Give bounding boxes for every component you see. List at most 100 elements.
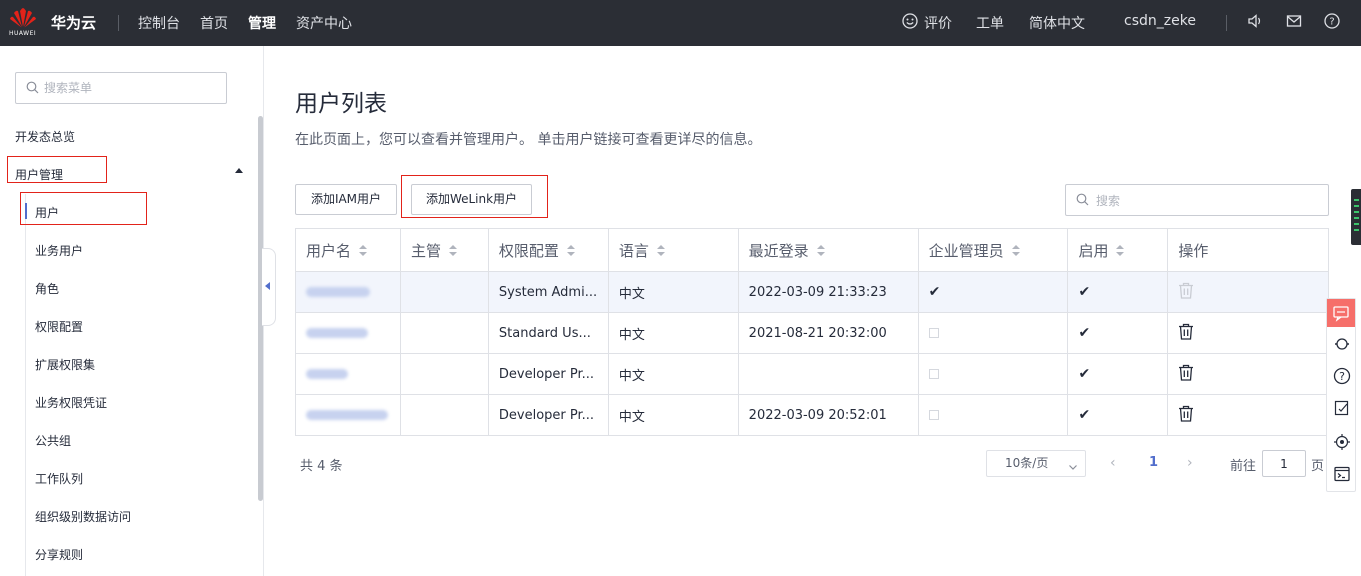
delete-icon[interactable] <box>1178 323 1194 344</box>
ticket-link[interactable]: 工单 <box>976 13 1004 33</box>
mail-icon[interactable] <box>1286 13 1304 31</box>
top-navigation-bar: HUAWEI 华为云 控制台 首页 管理 资产中心 评价 工单 简体中文 csd… <box>0 0 1361 46</box>
nav-manage[interactable]: 管理 <box>248 13 276 33</box>
sort-icon[interactable] <box>1116 245 1125 257</box>
sidebar-item-users[interactable]: 用户 <box>35 204 59 221</box>
speaker-icon[interactable] <box>1247 13 1265 31</box>
redacted-username[interactable] <box>306 410 388 420</box>
checkmark-icon: ✔ <box>928 284 941 300</box>
username-cell[interactable] <box>295 353 401 395</box>
column-header-permission[interactable]: 权限配置 <box>488 228 609 272</box>
checkmark-icon: ✔ <box>1078 407 1091 423</box>
username-cell[interactable] <box>295 312 401 354</box>
current-page[interactable]: 1 <box>1149 455 1158 470</box>
column-header-username[interactable]: 用户名 <box>295 228 401 272</box>
nav-asset-center[interactable]: 资产中心 <box>296 13 352 33</box>
username[interactable]: csdn_zeke <box>1124 13 1196 29</box>
terminal-icon[interactable] <box>1333 465 1351 483</box>
permission-link[interactable]: Developer Pr... <box>488 353 609 395</box>
manager-cell <box>400 394 489 436</box>
sort-icon[interactable] <box>656 245 665 257</box>
sidebar-item-overview[interactable]: 开发态总览 <box>15 128 75 145</box>
locate-icon[interactable] <box>1333 433 1351 451</box>
enabled-cell: ✔ <box>1067 271 1169 313</box>
caret-up-icon[interactable] <box>235 168 243 173</box>
sidebar-item-public-groups[interactable]: 公共组 <box>35 432 71 449</box>
enterprise-admin-cell[interactable] <box>918 394 1069 436</box>
smile-icon[interactable] <box>902 13 920 31</box>
feedback-link[interactable]: 评价 <box>924 13 952 33</box>
enterprise-admin-cell[interactable] <box>918 353 1069 395</box>
table-row: Developer Pr... 中文 ✔ <box>295 353 1329 395</box>
column-header-enabled[interactable]: 启用 <box>1067 228 1169 272</box>
column-label: 操作 <box>1178 241 1209 260</box>
delete-icon[interactable] <box>1178 405 1194 426</box>
add-iam-user-button[interactable]: 添加IAM用户 <box>295 184 397 215</box>
checkbox[interactable] <box>928 410 939 420</box>
user-search[interactable] <box>1065 184 1329 216</box>
sidebar-item-permissions[interactable]: 权限配置 <box>35 318 83 335</box>
table-row: Developer Pr... 中文 2022-03-09 20:52:01 ✔ <box>295 394 1329 436</box>
help-icon[interactable]: ? <box>1324 13 1342 31</box>
sort-icon[interactable] <box>449 245 457 257</box>
column-header-manager[interactable]: 主管 <box>400 228 489 272</box>
language-cell: 中文 <box>608 271 739 313</box>
permission-link[interactable]: Developer Pr... <box>488 394 609 436</box>
help-icon[interactable]: ? <box>1333 367 1351 385</box>
checkmark-icon: ✔ <box>1078 325 1091 341</box>
enabled-cell: ✔ <box>1067 394 1169 436</box>
user-search-input[interactable] <box>1096 191 1316 211</box>
sidebar-item-business-users[interactable]: 业务用户 <box>35 242 83 259</box>
enterprise-admin-cell[interactable] <box>918 312 1069 354</box>
sidebar-item-roles[interactable]: 角色 <box>35 280 59 297</box>
sidebar-item-org-data-access[interactable]: 组织级别数据访问 <box>35 508 131 525</box>
chat-icon[interactable] <box>1327 299 1355 327</box>
sidebar-item-extended-permissions[interactable]: 扩展权限集 <box>35 356 95 373</box>
checkbox[interactable] <box>928 369 939 379</box>
column-header-last-login[interactable]: 最近登录 <box>738 228 919 272</box>
actions-cell <box>1167 394 1329 436</box>
goto-suffix: 页 <box>1311 459 1325 474</box>
goto-page-input[interactable] <box>1262 450 1306 477</box>
username-cell[interactable] <box>295 394 401 436</box>
sidebar: 开发态总览 用户管理 用户 业务用户 角色 权限配置 扩展权限集 业务权限凭证 … <box>0 46 264 576</box>
customer-service-icon[interactable] <box>1333 335 1351 353</box>
svg-text:?: ? <box>1329 17 1334 28</box>
last-login-cell <box>738 353 919 395</box>
redacted-username[interactable] <box>306 287 370 297</box>
sidebar-item-work-queues[interactable]: 工作队列 <box>35 470 83 487</box>
username-cell[interactable] <box>295 271 401 313</box>
sort-icon[interactable] <box>359 245 368 257</box>
search-icon <box>26 81 39 98</box>
delete-icon[interactable] <box>1178 364 1194 385</box>
column-header-language[interactable]: 语言 <box>608 228 739 272</box>
table-row: Standard Us... 中文 2021-08-21 20:32:00 ✔ <box>295 312 1329 354</box>
logo-text: HUAWEI <box>9 30 37 37</box>
permission-link[interactable]: Standard Us... <box>488 312 609 354</box>
brand-name[interactable]: 华为云 <box>51 12 96 33</box>
prev-page-button[interactable]: ‹ <box>1110 455 1116 471</box>
edit-feedback-icon[interactable] <box>1333 399 1351 417</box>
redacted-username[interactable] <box>306 328 368 338</box>
permission-link[interactable]: System Admi... <box>488 271 609 313</box>
next-page-button[interactable]: › <box>1187 455 1193 471</box>
sort-icon[interactable] <box>816 245 825 257</box>
sort-icon[interactable] <box>566 245 575 257</box>
add-welink-user-button[interactable]: 添加WeLink用户 <box>411 184 532 215</box>
side-panel-handle[interactable] <box>1351 189 1361 245</box>
checkbox[interactable] <box>928 328 939 338</box>
sidebar-item-business-credentials[interactable]: 业务权限凭证 <box>35 394 107 411</box>
column-header-enterprise-admin[interactable]: 企业管理员 <box>918 228 1069 272</box>
redacted-username[interactable] <box>306 369 348 379</box>
sort-icon[interactable] <box>1011 245 1020 257</box>
sidebar-collapse-button[interactable] <box>262 248 276 326</box>
nav-home[interactable]: 首页 <box>200 13 228 33</box>
language-switch[interactable]: 简体中文 <box>1029 13 1085 33</box>
sidebar-search[interactable] <box>15 72 227 104</box>
column-label: 启用 <box>1078 241 1109 260</box>
sidebar-search-input[interactable] <box>44 78 220 98</box>
nav-console[interactable]: 控制台 <box>138 13 180 33</box>
sidebar-item-sharing-rules[interactable]: 分享规则 <box>35 546 83 563</box>
last-login-cell: 2022-03-09 20:52:01 <box>738 394 919 436</box>
page-size-select[interactable]: 10条/页 <box>986 450 1086 477</box>
